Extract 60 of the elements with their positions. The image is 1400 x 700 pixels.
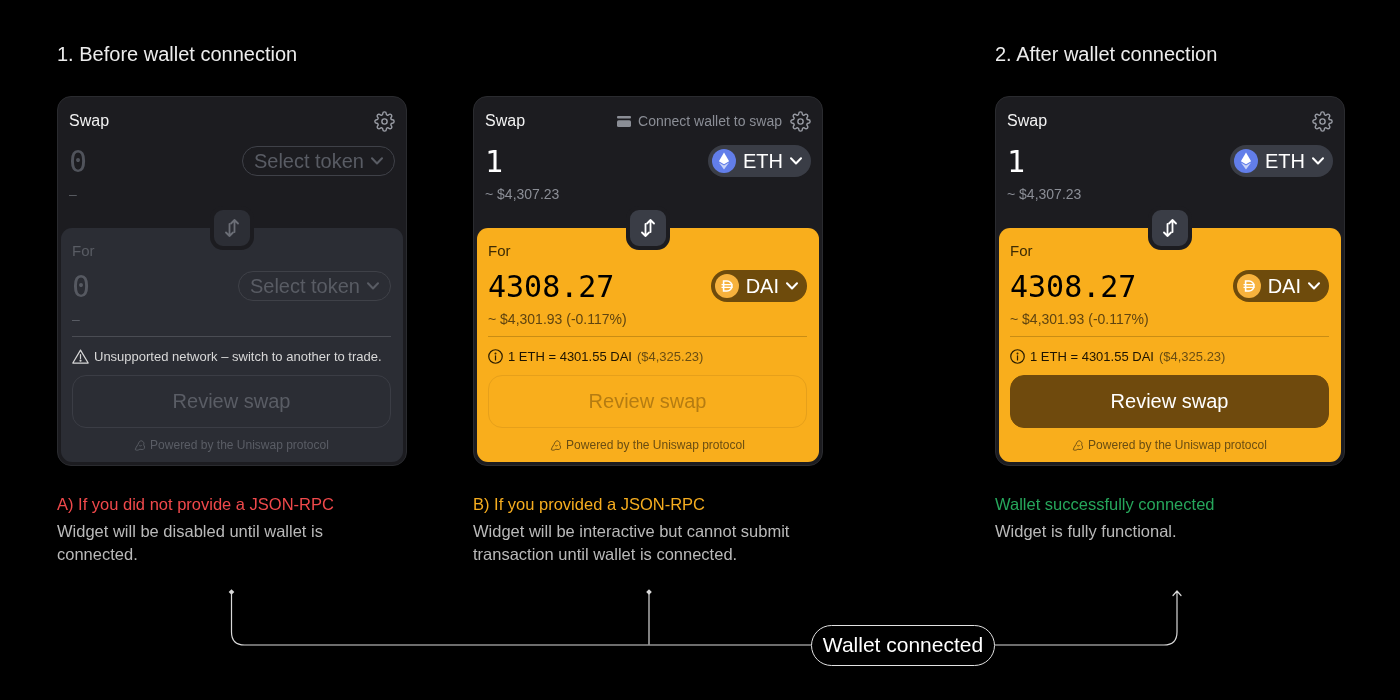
diamond-coin-icon [1234, 149, 1258, 173]
widget-title: Swap [485, 112, 526, 130]
coin-icon [714, 274, 739, 298]
amount-field[interactable]: 1 [1007, 142, 1031, 180]
output-label: For [488, 242, 511, 260]
chevron-icon [1312, 157, 1324, 165]
swap-arrows-icon [1163, 219, 1177, 237]
connect-wallet-button[interactable]: Connect wallet to swap [617, 113, 782, 129]
rate-usd-value: ($4,325.23) [1158, 348, 1226, 364]
caption-title: B) If you provided a JSON-RPC [473, 494, 705, 514]
section-heading: 2. After wallet connection [995, 42, 1218, 66]
diamond-coin-icon [712, 149, 736, 173]
amount-field[interactable]: 1 [485, 142, 509, 180]
info-icon [1010, 348, 1025, 364]
usd-value: ~ $4,301.93 (-0.117%) [488, 310, 627, 329]
warning-text: Unsupported network – switch to another to trade. [94, 348, 382, 364]
section-heading: 1. Before wallet connection [57, 42, 298, 66]
output-label: For [1010, 242, 1033, 260]
coin-icon [1236, 274, 1261, 298]
footer-text: Powered by the Uniswap protocol [1088, 438, 1267, 452]
swap-arrows-icon [641, 219, 655, 237]
logo-icon [134, 439, 147, 451]
footer-text: Powered by the Uniswap protocol [566, 438, 745, 452]
widget-title: Swap [1007, 112, 1048, 130]
token-select-button[interactable]: ETH [708, 145, 811, 177]
logo-icon [1072, 439, 1085, 451]
amount-field[interactable]: 4308.27 [1010, 267, 1142, 305]
caption-title: A) If you did not provide a JSON-RPC [57, 494, 334, 514]
usd-value: – [72, 310, 80, 329]
usd-value: ~ $4,307.23 [485, 185, 560, 204]
caption-text: Widget will be disabled until wallet is connected. [57, 521, 324, 565]
rate-usd-value: ($4,325.23) [636, 348, 704, 364]
caption-title: Wallet successfully connected [995, 494, 1215, 514]
logo-icon [550, 439, 563, 451]
token-select-button[interactable]: ETH [1230, 145, 1333, 177]
usd-value: – [69, 185, 77, 204]
wallet-icon [617, 115, 632, 127]
exchange-rate: 1 ETH = 4301.55 DAI [1030, 348, 1154, 364]
chevron-icon [371, 157, 383, 165]
chevron-icon [367, 282, 379, 290]
usd-value: ~ $4,301.93 (-0.117%) [1010, 310, 1149, 329]
settings-icon[interactable] [374, 110, 395, 132]
token-select-button[interactable]: DAI [710, 270, 807, 302]
widget-title: Swap [69, 112, 110, 130]
caption-text: Widget is fully functional. [995, 521, 1177, 542]
info-icon [488, 348, 503, 364]
chevron-icon [786, 282, 798, 290]
settings-icon[interactable] [1312, 110, 1333, 132]
connector-label: Wallet connected [811, 624, 995, 666]
review-swap-button[interactable]: Review swap [1010, 375, 1329, 428]
settings-icon[interactable] [790, 110, 811, 132]
amount-field[interactable]: 4308.27 [488, 267, 620, 305]
token-select-button[interactable]: DAI [1232, 270, 1329, 302]
caption-text: Widget will be interactive but cannot submit transaction until wallet is connected. [473, 521, 791, 565]
chevron-icon [790, 157, 802, 165]
exchange-rate: 1 ETH = 4301.55 DAI [508, 348, 632, 364]
usd-value: ~ $4,307.23 [1007, 185, 1082, 204]
chevron-icon [1308, 282, 1320, 290]
swap-arrows-icon [225, 219, 239, 237]
warning-icon [72, 348, 89, 364]
